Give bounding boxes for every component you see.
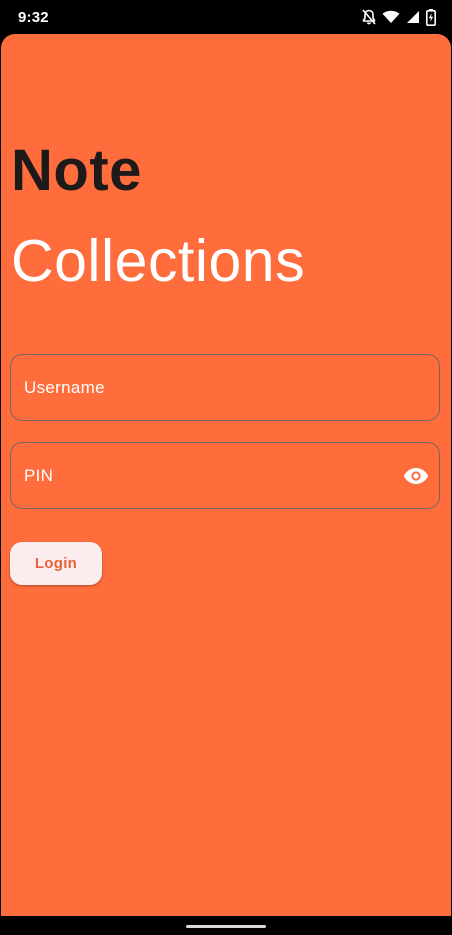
app-surface: Note Collections Username PIN Login <box>1 34 451 916</box>
navigation-bar <box>0 916 452 935</box>
cellular-signal-icon <box>406 10 420 24</box>
wifi-icon <box>382 10 400 24</box>
battery-charging-icon <box>426 8 436 26</box>
app-title-note: Note <box>11 138 142 203</box>
visibility-icon[interactable] <box>403 463 429 489</box>
username-field[interactable]: Username <box>10 354 440 421</box>
app-title-collections: Collections <box>11 228 306 294</box>
status-time: 9:32 <box>18 9 49 26</box>
login-button[interactable]: Login <box>10 542 102 585</box>
pin-field[interactable]: PIN <box>10 442 440 509</box>
pin-label: PIN <box>24 466 54 485</box>
status-icons <box>362 8 436 26</box>
username-label: Username <box>24 378 105 397</box>
status-bar: 9:32 <box>0 0 452 34</box>
home-gesture-handle[interactable] <box>186 925 266 928</box>
notifications-off-icon <box>362 9 376 25</box>
